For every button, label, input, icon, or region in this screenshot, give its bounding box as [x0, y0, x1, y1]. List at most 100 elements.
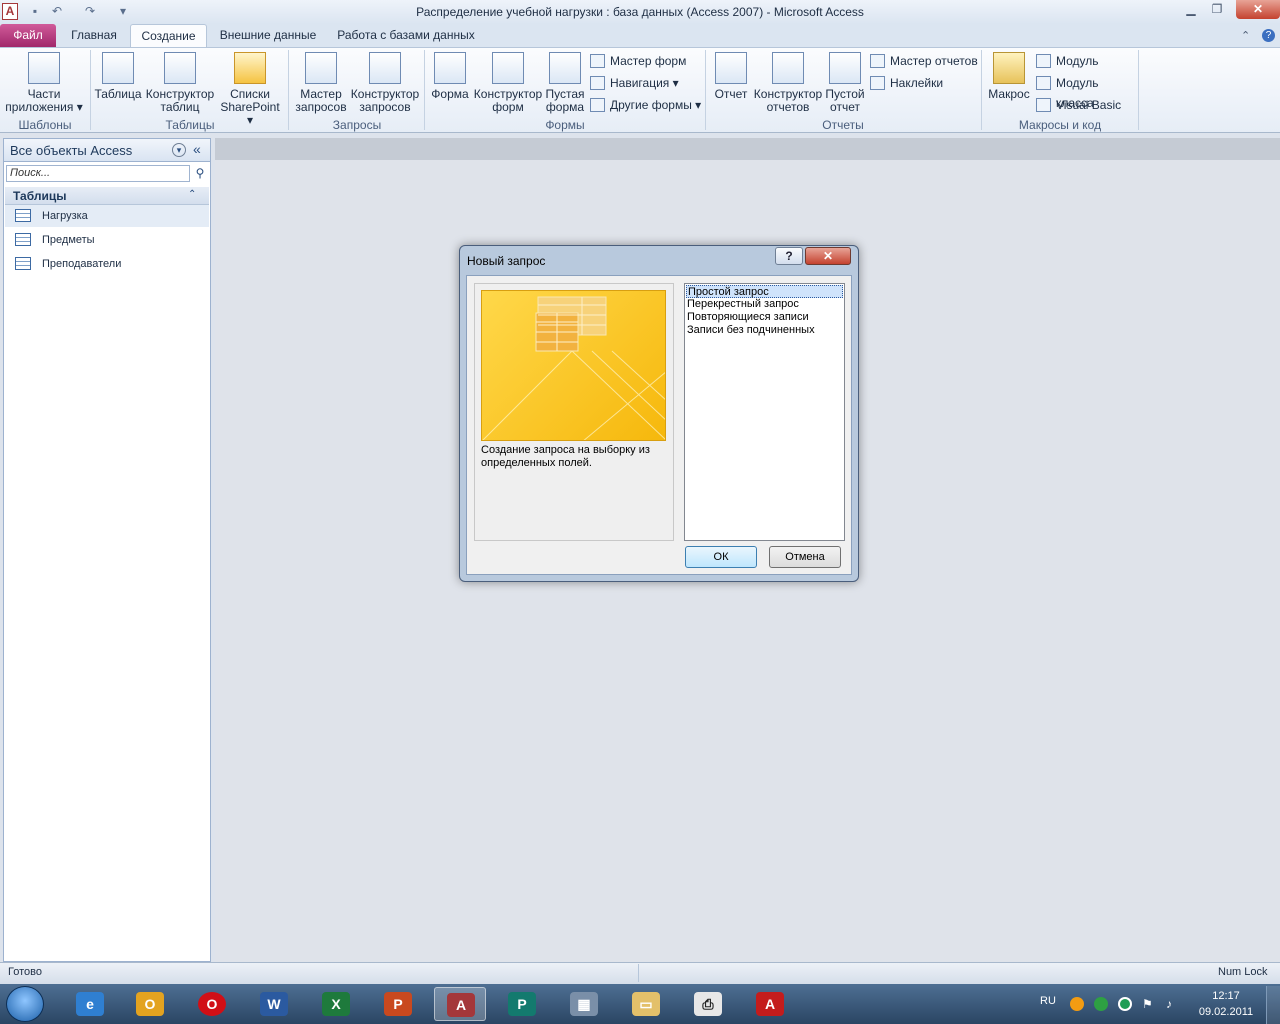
blank-report-button[interactable]: Пустой отчет	[824, 52, 866, 114]
form-label: Форма	[431, 87, 469, 101]
dialog-help-button[interactable]: ?	[775, 247, 803, 265]
tab-file[interactable]: Файл	[0, 24, 56, 47]
dialog-close-button[interactable]: ✕	[805, 247, 851, 265]
save-icon[interactable]: ▪	[28, 4, 42, 18]
labels-label: Наклейки	[890, 76, 944, 90]
navigation-label: Навигация ▾	[610, 76, 679, 90]
nav-search-input[interactable]: Поиск...	[6, 165, 190, 182]
taskbar-access[interactable]: A	[434, 987, 486, 1021]
taskbar-word[interactable]: W	[248, 987, 300, 1021]
clock-date[interactable]: 09.02.2011	[1196, 1006, 1256, 1018]
undo-icon[interactable]: ↶	[50, 4, 64, 18]
report-designer-button[interactable]: Конструктор отчетов	[752, 52, 824, 114]
sharepoint-lists-button[interactable]: Списки SharePoint ▾	[216, 52, 284, 127]
class-module-button[interactable]: Модуль класса	[1036, 73, 1136, 110]
eye-tray-icon[interactable]	[1094, 997, 1108, 1011]
module-button[interactable]: Модуль	[1036, 51, 1136, 71]
status-text: Готово	[8, 966, 42, 978]
form-designer-button[interactable]: Конструктор форм	[472, 52, 544, 114]
group-queries-label: Запросы	[332, 118, 382, 132]
list-item-crosstab-query[interactable]: Перекрестный запрос	[686, 298, 843, 311]
taskbar-publisher[interactable]: P	[496, 987, 548, 1021]
opera-icon: O	[198, 992, 226, 1016]
taskbar-powerpoint[interactable]: P	[372, 987, 424, 1021]
navigation-button[interactable]: Навигация ▾	[590, 73, 702, 93]
list-item-duplicates-query[interactable]: Повторяющиеся записи	[686, 311, 843, 324]
access-icon: A	[447, 993, 475, 1017]
tab-home[interactable]: Главная	[62, 24, 126, 47]
maximize-icon[interactable]: ❐	[1204, 1, 1230, 18]
query-designer-button[interactable]: Конструктор запросов	[350, 52, 420, 114]
taskbar-printer[interactable]: ⎙	[682, 987, 734, 1021]
nav-pane-title[interactable]: Все объекты Access	[10, 143, 132, 158]
language-indicator[interactable]: RU	[1040, 995, 1056, 1007]
taskbar-acrobat[interactable]: A	[744, 987, 796, 1021]
search-icon[interactable]: ⚲	[192, 165, 208, 182]
more-forms-button[interactable]: Другие формы ▾	[590, 95, 702, 115]
app-parts-button[interactable]: Части приложения ▾	[4, 52, 84, 114]
query-wizard-button[interactable]: Мастер запросов	[292, 52, 350, 114]
blank-form-icon	[549, 52, 581, 84]
blank-form-button[interactable]: Пустая форма	[544, 52, 586, 114]
taskbar-outlook[interactable]: O	[124, 987, 176, 1021]
taskbar-calculator[interactable]: ▦	[558, 987, 610, 1021]
antivirus-tray-icon[interactable]	[1118, 997, 1132, 1011]
taskbar-excel[interactable]: X	[310, 987, 362, 1021]
taskbar-explorer[interactable]: ▭	[620, 987, 672, 1021]
cancel-button[interactable]: Отмена	[769, 546, 841, 568]
collapse-group-icon[interactable]: ⌃	[188, 189, 196, 200]
help-icon[interactable]: ?	[1262, 29, 1275, 42]
query-wizard-icon	[305, 52, 337, 84]
show-desktop-button[interactable]	[1266, 986, 1280, 1024]
report-button[interactable]: Отчет	[710, 52, 752, 101]
blank-report-label: Пустой отчет	[825, 87, 865, 114]
module-label: Модуль	[1056, 54, 1099, 68]
taskbar-ie[interactable]: e	[64, 987, 116, 1021]
access-app-icon[interactable]: A	[2, 3, 18, 20]
nav-menu-chevron-icon[interactable]: ▾	[172, 143, 186, 157]
navigation-icon	[590, 76, 605, 90]
form-wizard-button[interactable]: Мастер форм	[590, 51, 702, 71]
separator	[1138, 50, 1139, 130]
tab-external-data[interactable]: Внешние данные	[212, 24, 324, 47]
macro-button[interactable]: Макрос	[986, 52, 1032, 101]
visual-basic-button[interactable]: Visual Basic	[1036, 95, 1136, 115]
clock-time[interactable]: 12:17	[1200, 990, 1252, 1002]
table-icon	[102, 52, 134, 84]
update-tray-icon[interactable]	[1070, 997, 1084, 1011]
labels-button[interactable]: Наклейки	[870, 73, 978, 93]
table-designer-button[interactable]: Конструктор таблиц	[144, 52, 216, 114]
taskbar-opera[interactable]: O	[186, 987, 238, 1021]
acrobat-icon: A	[756, 992, 784, 1016]
separator	[90, 50, 91, 130]
collapse-nav-pane-icon[interactable]: «	[193, 141, 201, 157]
collapse-ribbon-icon[interactable]: ⌃	[1241, 29, 1250, 42]
form-button[interactable]: Форма	[428, 52, 472, 101]
list-item-simple-query[interactable]: Простой запрос	[686, 285, 843, 298]
minimize-icon[interactable]: ▁	[1178, 1, 1204, 18]
app-parts-icon	[28, 52, 60, 84]
report-wizard-label: Мастер отчетов	[890, 54, 978, 68]
volume-tray-icon[interactable]: ♪	[1166, 997, 1180, 1011]
report-wizard-button[interactable]: Мастер отчетов	[870, 51, 978, 71]
nav-item-nagruzka[interactable]: Нагрузка	[5, 205, 209, 227]
list-item-unmatched-query[interactable]: Записи без подчиненных	[686, 324, 843, 337]
close-window-button[interactable]: ✕	[1236, 0, 1280, 19]
tab-database-tools[interactable]: Работа с базами данных	[330, 24, 482, 47]
blank-form-label: Пустая форма	[545, 87, 585, 114]
dialog-title: Новый запрос	[467, 254, 546, 268]
ok-button[interactable]: ОК	[685, 546, 757, 568]
customize-quick-access-icon[interactable]: ▾	[116, 4, 130, 18]
table-button[interactable]: Таблица	[94, 52, 142, 101]
nav-item-prepodavateli[interactable]: Преподаватели	[5, 253, 209, 275]
network-tray-icon[interactable]: ⚑	[1142, 997, 1156, 1011]
start-button[interactable]	[6, 986, 44, 1022]
report-label: Отчет	[714, 87, 748, 101]
table-label: Таблица	[94, 87, 142, 101]
labels-icon	[870, 76, 885, 90]
report-designer-label: Конструктор отчетов	[753, 87, 823, 114]
nav-item-predmety[interactable]: Предметы	[5, 229, 209, 251]
table-icon	[15, 257, 31, 270]
tab-create[interactable]: Создание	[130, 24, 207, 47]
redo-icon[interactable]: ↷	[83, 4, 97, 18]
